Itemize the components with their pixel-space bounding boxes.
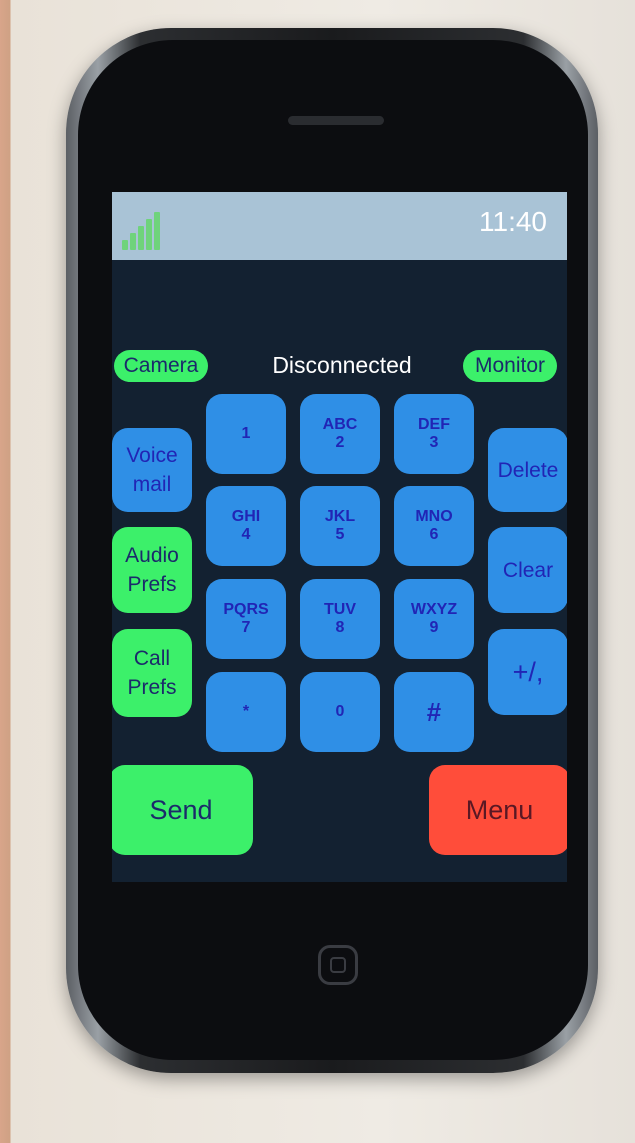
- key-letters: WXYZ: [410, 601, 458, 618]
- keypad-key[interactable]: #: [394, 672, 474, 752]
- send-button[interactable]: Send: [112, 765, 253, 855]
- key-digit: *: [242, 703, 250, 720]
- keypad-key[interactable]: *: [206, 672, 286, 752]
- voicemail-button[interactable]: Voice mail: [112, 428, 192, 512]
- key-digit: 5: [335, 526, 345, 543]
- status-bar: 11:40: [112, 192, 567, 260]
- keypad-key[interactable]: ABC 2: [300, 394, 380, 474]
- key-digit: 3: [429, 434, 439, 451]
- earpiece-speaker: [288, 116, 384, 125]
- key-digit: 7: [241, 619, 251, 636]
- connection-status: Disconnected: [272, 352, 412, 378]
- camera-button[interactable]: Camera: [114, 350, 208, 382]
- keypad-key[interactable]: MNO 6: [394, 486, 474, 566]
- keypad-key[interactable]: WXYZ 9: [394, 579, 474, 659]
- key-letters: JKL: [324, 508, 356, 525]
- keypad-key[interactable]: 1: [206, 394, 286, 474]
- keypad-key[interactable]: GHI 4: [206, 486, 286, 566]
- call-prefs-label-2: Prefs: [127, 676, 177, 699]
- voicemail-label-2: mail: [132, 473, 172, 496]
- key-digit: 4: [241, 526, 251, 543]
- key-digit: #: [426, 697, 442, 727]
- key-digit: 1: [241, 425, 251, 442]
- monitor-button[interactable]: Monitor: [463, 350, 557, 382]
- key-letters: TUV: [324, 601, 356, 618]
- voicemail-label-1: Voice: [126, 444, 178, 467]
- home-square-icon: [330, 957, 346, 973]
- signal-bars-icon: [120, 206, 170, 250]
- key-letters: ABC: [322, 416, 358, 433]
- audio-prefs-label-2: Prefs: [127, 573, 177, 596]
- key-letters: MNO: [415, 508, 453, 525]
- keypad-key[interactable]: PQRS 7: [206, 579, 286, 659]
- key-digit: 8: [335, 619, 345, 636]
- key-digit: 9: [429, 619, 439, 636]
- keypad-key[interactable]: JKL 5: [300, 486, 380, 566]
- keypad-key[interactable]: TUV 8: [300, 579, 380, 659]
- call-prefs-button[interactable]: Call Prefs: [112, 629, 192, 717]
- phone-screen: 11:40 Camera Disconnected Monitor Voice m…: [112, 192, 567, 882]
- audio-prefs-label-1: Audio: [125, 544, 179, 567]
- clock-time: 11:40: [479, 206, 547, 237]
- key-letters: DEF: [418, 416, 450, 433]
- key-letters: PQRS: [223, 601, 269, 618]
- key-digit: 0: [335, 703, 345, 720]
- key-digit: 6: [429, 526, 439, 543]
- call-prefs-label-1: Call: [133, 647, 171, 670]
- key-letters: GHI: [231, 508, 261, 525]
- keypad-key[interactable]: DEF 3: [394, 394, 474, 474]
- clear-button[interactable]: Clear: [488, 527, 567, 613]
- menu-button[interactable]: Menu: [429, 765, 567, 855]
- plus-comma-button[interactable]: +/,: [488, 629, 567, 715]
- delete-button[interactable]: Delete: [488, 428, 567, 512]
- key-digit: 2: [335, 434, 345, 451]
- keypad-key[interactable]: 0: [300, 672, 380, 752]
- audio-prefs-button[interactable]: Audio Prefs: [112, 527, 192, 613]
